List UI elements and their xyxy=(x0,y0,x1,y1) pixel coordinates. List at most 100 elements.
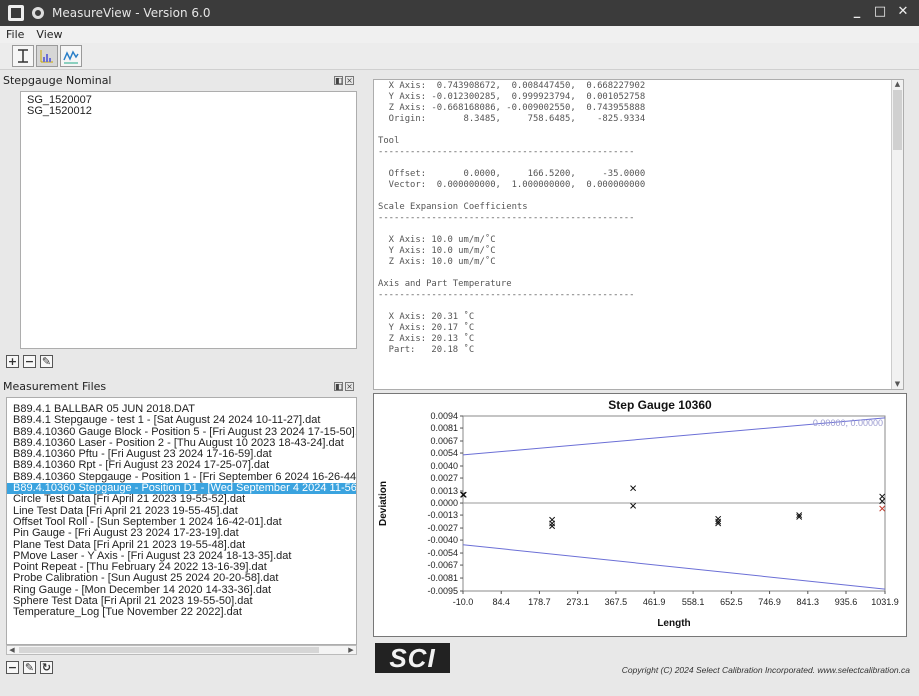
chart-title: Step Gauge 10360 xyxy=(608,398,712,412)
y-tick-label: 0.0054 xyxy=(430,448,458,458)
x-tick-label: 746.9 xyxy=(758,597,781,607)
scroll-left-icon[interactable]: ◀ xyxy=(7,646,17,654)
line-chart-button[interactable] xyxy=(60,45,82,67)
y-tick-label: 0.0094 xyxy=(430,411,458,421)
y-tick-label: -0.0013 xyxy=(427,510,458,520)
x-tick-label: 178.7 xyxy=(528,597,551,607)
x-tick-label: -10.0 xyxy=(453,597,474,607)
limit-legend-text: 0.00000, 0.00000 xyxy=(813,418,883,428)
app-icon xyxy=(8,5,24,21)
stepgauge-list[interactable]: SG_1520007 SG_1520012 xyxy=(20,91,357,349)
x-tick-label: 1031.9 xyxy=(871,597,899,607)
x-tick-label: 652.5 xyxy=(720,597,743,607)
maximize-button[interactable]: □ xyxy=(872,4,888,20)
remove-icon[interactable]: − xyxy=(23,355,36,368)
x-axis-label: Length xyxy=(657,618,690,629)
title-bar: MeasureView - Version 6.0 _ □ ✕ xyxy=(0,0,919,26)
measure-tool-button[interactable] xyxy=(12,45,34,67)
add-icon[interactable]: + xyxy=(6,355,19,368)
refresh-icon[interactable]: ↻ xyxy=(40,661,53,674)
scroll-up-icon[interactable]: ▲ xyxy=(892,80,903,89)
files-horizontal-scrollbar[interactable]: ◀ ▶ xyxy=(6,645,357,655)
y-tick-label: 0.0000 xyxy=(430,498,458,508)
report-line xyxy=(378,268,903,279)
stepgauge-panel-title: Stepgauge Nominal xyxy=(3,73,112,87)
bar-chart-button[interactable] xyxy=(36,45,58,67)
copyright-text: Copyright (C) 2024 Select Calibration In… xyxy=(621,665,910,675)
scroll-down-icon[interactable]: ▼ xyxy=(892,380,903,389)
report-line: ----------------------------------------… xyxy=(378,213,635,223)
close-button[interactable]: ✕ xyxy=(895,4,911,20)
report-line xyxy=(378,125,903,136)
report-line: Y Axis: -0.012300285, 0.999923794, 0.001… xyxy=(378,92,646,102)
bar-chart-icon xyxy=(40,50,53,63)
float-panel-icon[interactable]: ◧ xyxy=(334,381,343,391)
report-line xyxy=(378,158,903,169)
file-list-item[interactable]: Temperature_Log [Tue November 22 2022].d… xyxy=(7,607,356,619)
report-line xyxy=(378,224,903,235)
file-list-item[interactable]: Circle Test Data [Fri April 21 2023 19-5… xyxy=(7,494,356,506)
report-line: ----------------------------------------… xyxy=(378,147,635,157)
y-tick-label: 0.0067 xyxy=(430,436,458,446)
y-tick-label: -0.0095 xyxy=(427,586,458,596)
report-line: Offset: 0.0000, 166.5200, -35.0000 xyxy=(378,169,646,179)
x-tick-label: 367.5 xyxy=(605,597,628,607)
y-tick-label: -0.0027 xyxy=(427,523,458,533)
y-tick-label: -0.0081 xyxy=(427,573,458,583)
y-tick-label: 0.0081 xyxy=(430,423,458,433)
report-line: X Axis: 20.31 ˚C xyxy=(378,312,475,322)
settings-icon[interactable] xyxy=(32,7,44,19)
list-item[interactable]: SG_1520012 xyxy=(21,105,356,117)
report-line: Y Axis: 10.0 um/m/˚C xyxy=(378,246,496,256)
window-title: MeasureView - Version 6.0 xyxy=(52,6,211,20)
measurement-files-list[interactable]: B89.4.1 BALLBAR 05 JUN 2018.DAT B89.4.1 S… xyxy=(6,397,357,645)
report-line: Z Axis: 20.13 ˚C xyxy=(378,334,475,344)
report-vertical-scrollbar[interactable]: ▲ ▼ xyxy=(891,80,903,389)
x-tick-label: 841.3 xyxy=(797,597,820,607)
menu-view[interactable]: View xyxy=(36,28,62,41)
y-tick-label: 0.0027 xyxy=(430,473,458,483)
x-tick-label: 84.4 xyxy=(492,597,510,607)
report-text: X Axis: 0.743908672, 0.008447450, 0.6682… xyxy=(374,80,903,356)
report-line: ----------------------------------------… xyxy=(378,290,635,300)
report-line: Z Axis: -0.668168086, -0.009002550, 0.74… xyxy=(378,103,646,113)
y-tick-label: -0.0040 xyxy=(427,535,458,545)
report-text-pane[interactable]: X Axis: 0.743908672, 0.008447450, 0.6682… xyxy=(373,79,904,390)
report-line: X Axis: 0.743908672, 0.008447450, 0.6682… xyxy=(378,81,646,91)
scroll-thumb[interactable] xyxy=(19,647,319,653)
sci-logo: SCI xyxy=(375,643,450,673)
stepgauge-actions: + − ✎ xyxy=(6,355,53,368)
menu-file[interactable]: File xyxy=(6,28,24,41)
report-line: Part: 20.18 ˚C xyxy=(378,345,475,355)
x-tick-label: 935.6 xyxy=(835,597,858,607)
y-axis-label: Deviation xyxy=(378,481,389,526)
minimize-button[interactable]: _ xyxy=(849,4,865,20)
report-line: Tool xyxy=(378,136,400,146)
file-list-item[interactable]: B89.4.1 Stepgauge - test 1 - [Sat August… xyxy=(7,414,356,426)
close-panel-icon[interactable]: × xyxy=(345,381,354,391)
remove-icon[interactable]: − xyxy=(6,661,19,674)
report-line: Scale Expansion Coefficients xyxy=(378,202,528,212)
vertical-measure-icon xyxy=(18,49,28,63)
x-tick-label: 558.1 xyxy=(682,597,705,607)
x-tick-label: 273.1 xyxy=(566,597,589,607)
report-line: Vector: 0.000000000, 1.000000000, 0.0000… xyxy=(378,180,646,190)
report-line xyxy=(378,191,903,202)
scroll-thumb[interactable] xyxy=(893,90,902,150)
file-list-item[interactable]: Pin Gauge - [Fri August 23 2024 17-23-19… xyxy=(7,527,356,539)
edit-icon[interactable]: ✎ xyxy=(40,355,53,368)
chart-pane: Step Gauge 10360 0.0094 0.0081 0.0067 0.0054… xyxy=(373,393,907,637)
close-panel-icon[interactable]: × xyxy=(345,75,354,85)
report-line: Axis and Part Temperature xyxy=(378,279,512,289)
y-tick-label: -0.0054 xyxy=(427,548,458,558)
measurement-actions: − ✎ ↻ xyxy=(6,661,53,674)
float-panel-icon[interactable]: ◧ xyxy=(334,75,343,85)
edit-icon[interactable]: ✎ xyxy=(23,661,36,674)
report-line: Y Axis: 20.17 ˚C xyxy=(378,323,475,333)
x-tick-label: 461.9 xyxy=(643,597,666,607)
scroll-right-icon[interactable]: ▶ xyxy=(346,646,356,654)
report-line: X Axis: 10.0 um/m/˚C xyxy=(378,235,496,245)
y-tick-label: 0.0040 xyxy=(430,461,458,471)
step-gauge-chart: Step Gauge 10360 0.0094 0.0081 0.0067 0.0054… xyxy=(378,398,899,629)
toolbar xyxy=(0,43,919,70)
